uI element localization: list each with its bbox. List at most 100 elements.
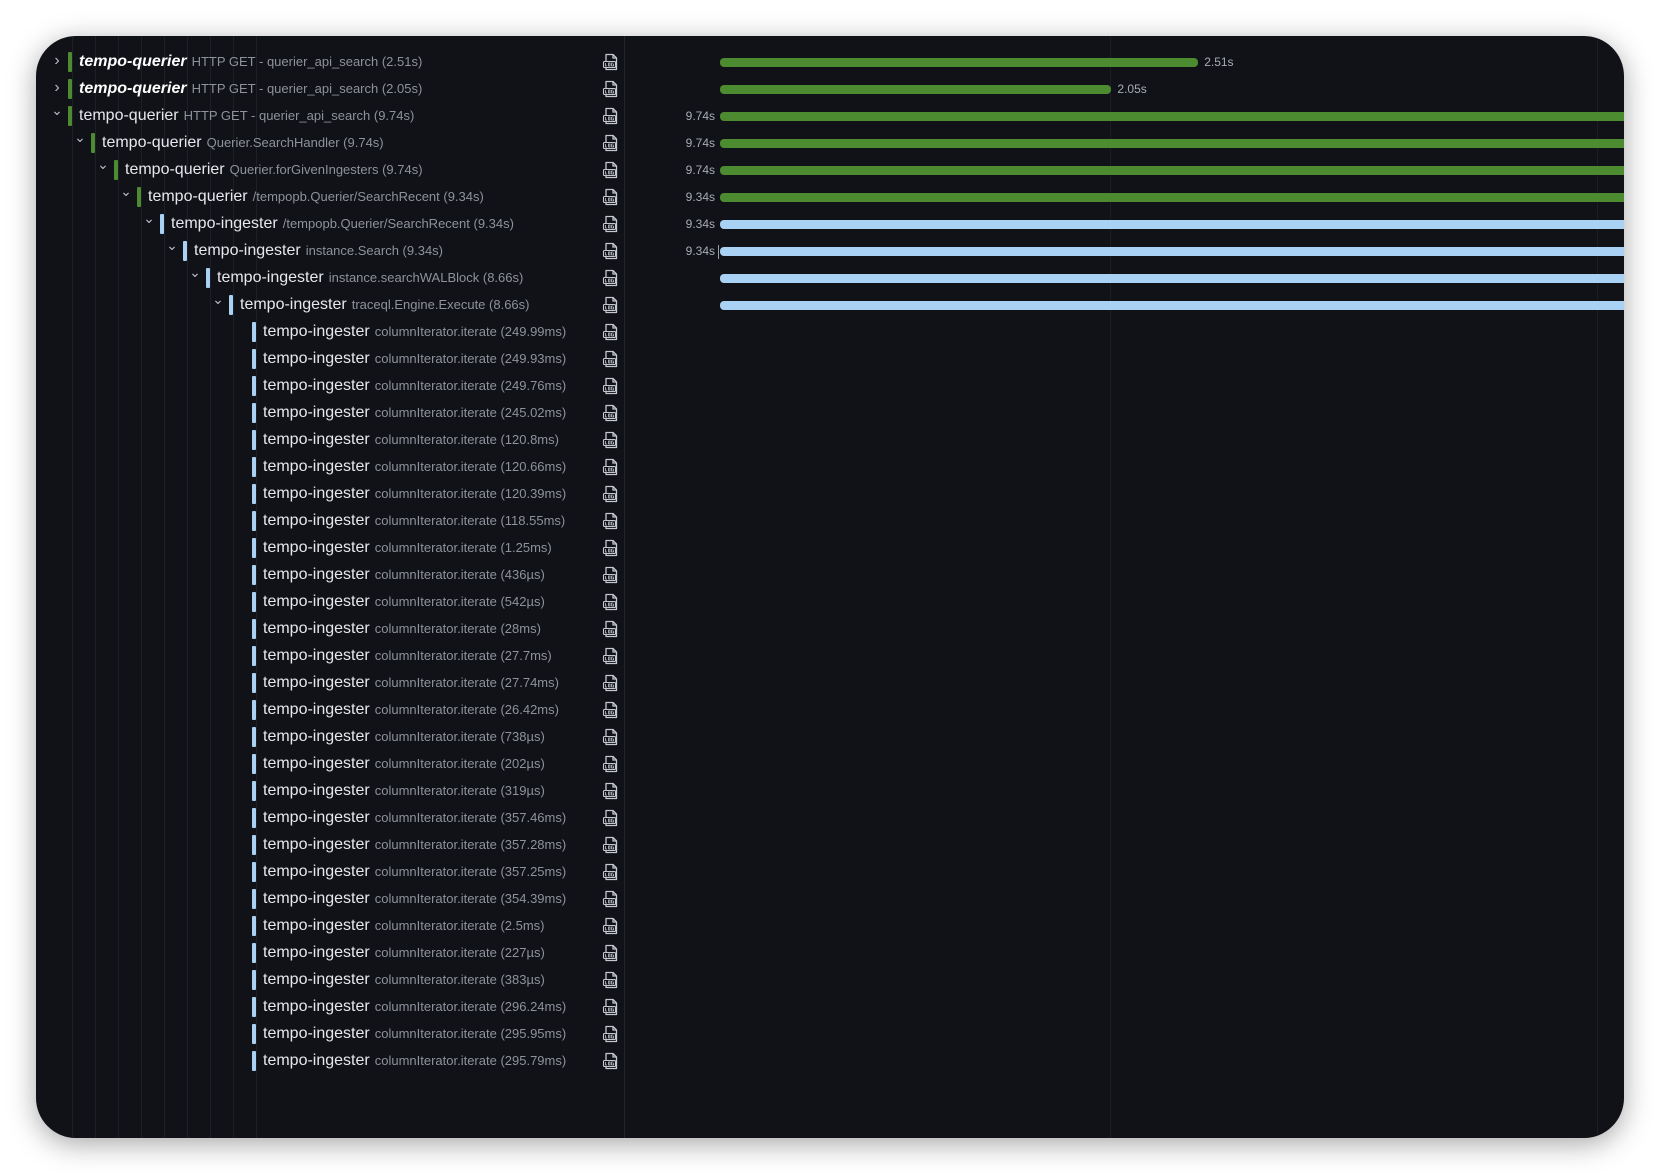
log-file-icon[interactable]: [602, 917, 620, 935]
span-row[interactable]: tempo-ingester columnIterator.iterate (24…: [36, 399, 624, 427]
span-row[interactable]: ⌄ tempo-ingester/tempopb.Querier/SearchRe…: [36, 210, 624, 238]
timeline-row[interactable]: [625, 804, 1624, 832]
log-file-icon[interactable]: [602, 755, 620, 773]
log-file-icon[interactable]: [602, 134, 620, 152]
timeline-row[interactable]: [625, 858, 1624, 886]
span-row[interactable]: tempo-ingester columnIterator.iterate (1.…: [36, 534, 624, 562]
log-file-icon[interactable]: [602, 269, 620, 287]
log-file-icon[interactable]: [602, 215, 620, 233]
timeline-row[interactable]: 9.74s: [625, 156, 1624, 184]
span-bar[interactable]: [720, 166, 1624, 175]
log-file-icon[interactable]: [602, 944, 620, 962]
chevron-down-icon[interactable]: ⌄: [165, 237, 179, 253]
log-file-icon[interactable]: [602, 296, 620, 314]
log-file-icon[interactable]: [602, 431, 620, 449]
span-row[interactable]: tempo-ingester columnIterator.iterate (54…: [36, 588, 624, 616]
log-file-icon[interactable]: [602, 701, 620, 719]
timeline-row[interactable]: 9.34s: [625, 210, 1624, 238]
span-bar[interactable]: [720, 274, 1624, 283]
span-bar[interactable]: [720, 247, 1624, 256]
timeline-row[interactable]: [625, 642, 1624, 670]
timeline-row[interactable]: [625, 777, 1624, 805]
span-row[interactable]: ⌄ tempo-ingester instance.searchWALBlock (…: [36, 264, 624, 292]
log-file-icon[interactable]: [602, 107, 620, 125]
chevron-down-icon[interactable]: ⌄: [96, 156, 110, 172]
timeline-row[interactable]: 9.34s: [625, 183, 1624, 211]
log-file-icon[interactable]: [602, 512, 620, 530]
timeline-row[interactable]: [625, 831, 1624, 859]
span-row[interactable]: › tempo-querier HTTP GET - querier_api_sea…: [36, 75, 624, 103]
span-bar[interactable]: [720, 301, 1624, 310]
log-file-icon[interactable]: [602, 890, 620, 908]
timeline-row[interactable]: [625, 993, 1624, 1021]
log-file-icon[interactable]: [602, 242, 620, 260]
span-bar[interactable]: [720, 139, 1624, 148]
timeline-row[interactable]: 9.74s: [625, 102, 1624, 130]
log-file-icon[interactable]: [602, 971, 620, 989]
span-row[interactable]: tempo-ingester columnIterator.iterate (35…: [36, 831, 624, 859]
log-file-icon[interactable]: [602, 728, 620, 746]
log-file-icon[interactable]: [602, 485, 620, 503]
log-file-icon[interactable]: [602, 809, 620, 827]
span-row[interactable]: tempo-ingester columnIterator.iterate (2.…: [36, 912, 624, 940]
log-file-icon[interactable]: [602, 593, 620, 611]
log-file-icon[interactable]: [602, 377, 620, 395]
span-bar[interactable]: [720, 220, 1624, 229]
chevron-right-icon[interactable]: ›: [50, 80, 64, 96]
timeline-row[interactable]: [625, 507, 1624, 535]
span-row[interactable]: tempo-ingester columnIterator.iterate (26…: [36, 696, 624, 724]
span-row[interactable]: ⌄ tempo-querier Querier.SearchHandler (9.7…: [36, 129, 624, 157]
span-row[interactable]: tempo-ingester columnIterator.iterate (35…: [36, 804, 624, 832]
timeline-row[interactable]: [625, 426, 1624, 454]
chevron-down-icon[interactable]: ⌄: [142, 210, 156, 226]
span-row[interactable]: tempo-ingester columnIterator.iterate (43…: [36, 561, 624, 589]
span-bar[interactable]: [720, 112, 1624, 121]
span-row[interactable]: tempo-ingester columnIterator.iterate (35…: [36, 858, 624, 886]
span-row[interactable]: tempo-ingester columnIterator.iterate (73…: [36, 723, 624, 751]
timeline-row[interactable]: [625, 561, 1624, 589]
span-row[interactable]: tempo-ingester columnIterator.iterate (31…: [36, 777, 624, 805]
log-file-icon[interactable]: [602, 1025, 620, 1043]
span-row[interactable]: tempo-ingester columnIterator.iterate (24…: [36, 345, 624, 373]
span-row[interactable]: tempo-ingester columnIterator.iterate (28…: [36, 615, 624, 643]
log-file-icon[interactable]: [602, 647, 620, 665]
span-row[interactable]: › tempo-querier HTTP GET - querier_api_sea…: [36, 48, 624, 76]
timeline-row[interactable]: [625, 480, 1624, 508]
span-bar[interactable]: [720, 193, 1624, 202]
log-file-icon[interactable]: [602, 53, 620, 71]
log-file-icon[interactable]: [602, 782, 620, 800]
log-file-icon[interactable]: [602, 80, 620, 98]
timeline-row[interactable]: [625, 291, 1624, 319]
log-file-icon[interactable]: [602, 404, 620, 422]
chevron-down-icon[interactable]: ⌄: [211, 291, 225, 307]
timeline-row[interactable]: [625, 588, 1624, 616]
log-file-icon[interactable]: [602, 566, 620, 584]
span-row[interactable]: ⌄ tempo-ingester instance.Search (9.34s): [36, 237, 624, 265]
timeline-row[interactable]: [625, 939, 1624, 967]
timeline-row[interactable]: 2.51s: [625, 48, 1624, 76]
span-row[interactable]: tempo-ingester columnIterator.iterate (38…: [36, 966, 624, 994]
span-row[interactable]: tempo-ingester columnIterator.iterate (24…: [36, 372, 624, 400]
chevron-down-icon[interactable]: ⌄: [188, 264, 202, 280]
timeline-row[interactable]: [625, 615, 1624, 643]
span-row[interactable]: ⌄ tempo-querier HTTP GET - querier_api_sea…: [36, 102, 624, 130]
timeline-row[interactable]: [625, 696, 1624, 724]
log-file-icon[interactable]: [602, 836, 620, 854]
span-row[interactable]: tempo-ingester columnIterator.iterate (24…: [36, 318, 624, 346]
span-row[interactable]: tempo-ingester columnIterator.iterate (27…: [36, 669, 624, 697]
timeline-row[interactable]: [625, 1047, 1624, 1075]
timeline-row[interactable]: [625, 723, 1624, 751]
timeline-row[interactable]: [625, 885, 1624, 913]
timeline-row[interactable]: 9.74s: [625, 129, 1624, 157]
log-file-icon[interactable]: [602, 188, 620, 206]
span-row[interactable]: tempo-ingester columnIterator.iterate (12…: [36, 480, 624, 508]
timeline-row[interactable]: [625, 372, 1624, 400]
span-row[interactable]: tempo-ingester columnIterator.iterate (22…: [36, 939, 624, 967]
span-bar[interactable]: [720, 58, 1199, 67]
timeline-row[interactable]: [625, 534, 1624, 562]
span-row[interactable]: tempo-ingester columnIterator.iterate (12…: [36, 453, 624, 481]
chevron-down-icon[interactable]: ⌄: [50, 102, 64, 118]
span-row[interactable]: tempo-ingester columnIterator.iterate (27…: [36, 642, 624, 670]
span-row[interactable]: tempo-ingester columnIterator.iterate (35…: [36, 885, 624, 913]
timeline-row[interactable]: [625, 345, 1624, 373]
